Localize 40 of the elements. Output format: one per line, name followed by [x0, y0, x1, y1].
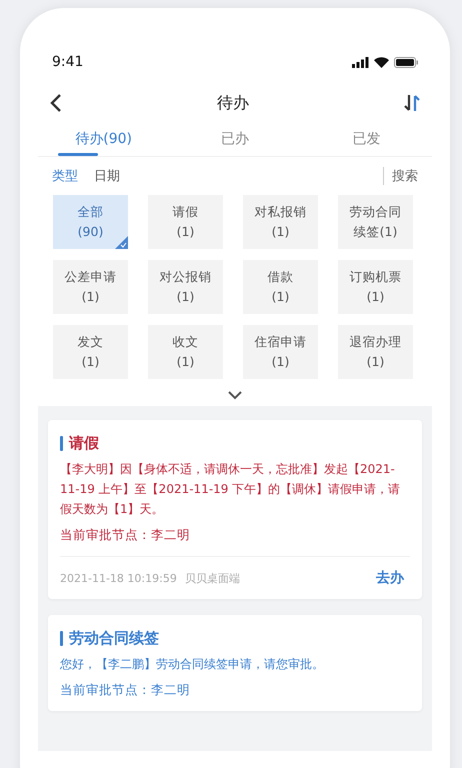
card-time: 2021-11-18 10:19:59 — [60, 572, 177, 584]
category-tile[interactable]: 借款 (1) — [243, 260, 318, 314]
category-tile[interactable]: 住宿申请 (1) — [243, 325, 318, 379]
card-message: 您好，【李二鹏】劳动合同续签申请，请您审批。 — [60, 656, 325, 673]
approval-node-label: 当前审批节点：李二明 — [60, 682, 191, 699]
category-tile[interactable]: 劳动合同续签(1) — [338, 195, 413, 249]
signal-icon — [352, 56, 369, 68]
back-icon[interactable] — [50, 93, 62, 113]
search-link[interactable]: 搜索 — [383, 167, 418, 185]
tab[interactable]: 已办 — [169, 124, 301, 156]
category-tile[interactable]: 请假 (1) — [148, 195, 223, 249]
check-corner-icon — [115, 236, 128, 249]
battery-icon — [394, 56, 418, 68]
card-source: 贝贝桌面端 — [184, 570, 240, 586]
page-title: 待办 — [217, 92, 249, 114]
card-message: 【李大明】因【身体不适，请调休一天，忘批准】发起【2021-11-19 上午】至【2021-11-19 下午】的【调休】请假申请，请假天数为【1】天。 — [60, 461, 402, 518]
approval-node-label: 当前审批节点：李二明 — [60, 527, 191, 544]
tab[interactable]: 已发 — [300, 124, 432, 156]
category-tile[interactable]: 对公报销 (1) — [148, 260, 223, 314]
sort-icon[interactable] — [404, 94, 420, 112]
category-tile[interactable]: 对私报销 (1) — [243, 195, 318, 249]
title-marker — [60, 631, 63, 646]
category-tile[interactable]: 收文 (1) — [148, 325, 223, 379]
task-card[interactable]: 劳动合同续签 您好，【李二鹏】劳动合同续签申请，请您审批。 当前审批节点：李二明 — [48, 615, 422, 711]
category-tile[interactable]: 公差申请 (1) — [53, 260, 128, 314]
status-time: 9:41 — [52, 54, 84, 70]
category-tile[interactable]: 发文 (1) — [53, 325, 128, 379]
card-title: 请假 — [69, 434, 99, 453]
category-tile[interactable]: 退宿办理 (1) — [338, 325, 413, 379]
tab[interactable]: 待办(90) — [38, 124, 170, 156]
filter-tab[interactable]: 日期 — [94, 167, 120, 185]
wifi-icon — [374, 56, 389, 68]
handle-button[interactable]: 去办 — [370, 569, 410, 587]
expand-chevron-icon[interactable] — [228, 391, 242, 400]
card-title: 劳动合同续签 — [69, 629, 159, 648]
category-tile[interactable]: 订购机票 (1) — [338, 260, 413, 314]
filter-tab[interactable]: 类型 — [52, 167, 78, 185]
task-card[interactable]: 请假 【李大明】因【身体不适，请调休一天，忘批准】发起【2021-11-19 上午】至【2021-11-19 下午】的【调休】请假申请，请假天数为【1】天。 当前审批节点：李二明 2021-11-18 10:19:59 贝贝桌面端 去办 — [48, 420, 422, 599]
title-marker — [60, 436, 63, 451]
category-tile[interactable]: 全部 (90) — [53, 195, 128, 249]
